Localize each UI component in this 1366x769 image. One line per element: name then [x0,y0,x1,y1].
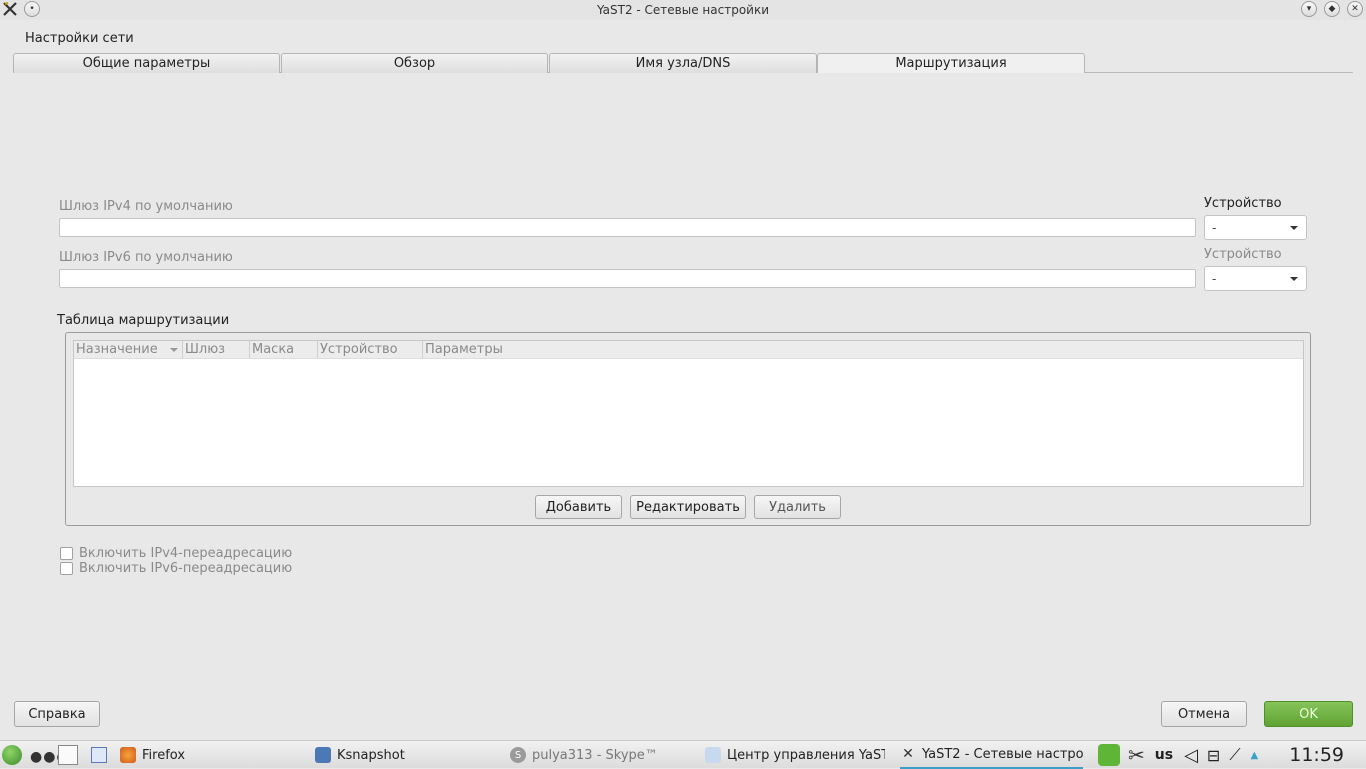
column-header-netmask[interactable]: Маска [250,341,318,358]
ipv4-gateway-label: Шлюз IPv4 по умолчанию [59,199,233,214]
tab-general[interactable]: Общие параметры [13,53,280,73]
routing-table[interactable]: Назначение Шлюз Маска Устройство Парамет… [73,340,1304,487]
system-tray: ✂ us ◁ ⊟ ⟋ ▲ [1098,741,1258,769]
task-firefox[interactable]: Firefox [120,741,300,769]
battery-icon[interactable]: ⊟ [1207,746,1220,765]
ipv6-gateway-label: Шлюз IPv6 по умолчанию [59,250,233,265]
ipv6-device-label: Устройство [1204,247,1282,262]
ipv6-gateway-input[interactable] [59,269,1196,288]
power-plug-icon[interactable]: ⟋ [1229,745,1240,765]
tab-overview[interactable]: Обзор [281,53,548,73]
task-yast-network[interactable]: ✕ YaST2 - Сетевые настрой [900,741,1083,769]
ipv4-gateway-input[interactable] [59,218,1196,237]
tab-hostname-dns[interactable]: Имя узла/DNS [549,53,817,73]
routing-table-group: Назначение Шлюз Маска Устройство Парамет… [65,332,1311,526]
minimize-icon[interactable]: ▾ [1301,1,1317,17]
page-title: Настройки сети [25,31,134,46]
yast-app-icon[interactable] [2,1,18,17]
yast-icon: ✕ [902,746,914,762]
ipv4-device-select[interactable]: - [1204,215,1307,240]
ipv4-device-label: Устройство [1204,196,1282,211]
tab-bar: Общие параметры Обзор Имя узла/DNS Маршр… [13,53,1353,73]
ipv6-device-value: - [1212,271,1217,286]
window-menu-button[interactable]: • [24,1,40,17]
network-manager-icon[interactable]: ✂ [1128,743,1145,767]
volume-icon[interactable]: ◁ [1184,745,1198,766]
ksnapshot-icon [315,747,331,763]
ipv4-device-value: - [1212,220,1217,235]
task-skype[interactable]: S pulya313 - Skype™ [510,741,695,769]
delete-route-button[interactable]: Удалить [754,495,841,519]
ipv6-device-select[interactable]: - [1204,266,1307,291]
chevron-down-icon [1290,277,1298,281]
column-header-gateway[interactable]: Шлюз [183,341,250,358]
table-header: Назначение Шлюз Маска Устройство Парамет… [74,341,1303,359]
task-yast-control-center[interactable]: Центр управления YaST [705,741,885,769]
tray-expand-icon[interactable]: ▲ [1251,750,1259,761]
ipv6-forwarding-label: Включить IPv6-переадресацию [79,561,293,576]
taskbar: ●●● Firefox Ksnapshot S pulya313 - Skype… [0,740,1366,769]
column-header-device[interactable]: Устройство [318,341,423,358]
yast-control-center-icon [705,747,721,763]
firefox-icon [120,747,136,763]
edit-route-button[interactable]: Редактировать [630,495,746,519]
ok-button[interactable]: OK [1264,701,1353,727]
sort-indicator-icon [170,348,178,352]
keyboard-layout[interactable]: us [1155,747,1173,763]
updater-icon[interactable] [1098,744,1120,766]
help-button[interactable]: Справка [14,701,100,727]
ipv4-forwarding-label: Включить IPv4-переадресацию [79,546,293,561]
clock[interactable]: 11:59 [1289,744,1344,766]
column-header-options[interactable]: Параметры [423,341,530,358]
ipv6-forwarding-option[interactable]: Включить IPv6-переадресацию [60,561,292,576]
skype-icon: S [510,747,526,763]
window-title: YaST2 - Сетевые настройки [596,3,770,17]
ipv4-forwarding-option[interactable]: Включить IPv4-переадресацию [60,546,292,561]
window-titlebar: • YaST2 - Сетевые настройки ▾ ◆ ✕ [0,0,1366,20]
ipv6-forwarding-checkbox[interactable] [60,562,73,575]
task-ksnapshot[interactable]: Ksnapshot [315,741,495,769]
routing-table-title: Таблица маршрутизации [57,313,230,328]
show-desktop-icon[interactable] [91,747,107,763]
maximize-icon[interactable]: ◆ [1324,1,1340,17]
add-route-button[interactable]: Добавить [535,495,622,519]
tab-routing[interactable]: Маршрутизация [817,53,1085,73]
virtual-desktops-icon[interactable] [58,745,78,765]
cancel-button[interactable]: Отмена [1161,701,1247,727]
chevron-down-icon [1290,226,1298,230]
start-menu-icon[interactable] [2,745,22,765]
ipv4-forwarding-checkbox[interactable] [60,547,73,560]
column-header-destination[interactable]: Назначение [74,341,183,358]
close-icon[interactable]: ✕ [1347,1,1363,17]
